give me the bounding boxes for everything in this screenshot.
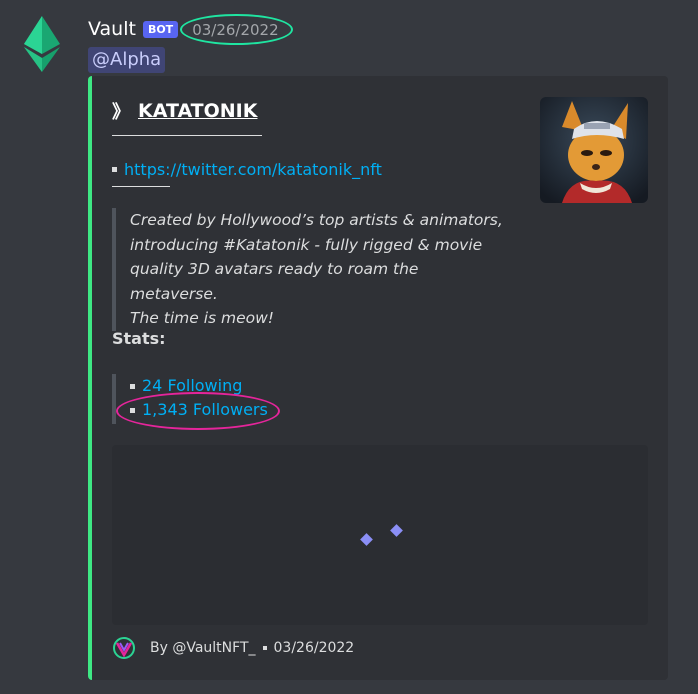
vault-logo-icon	[113, 637, 135, 659]
loading-spinner-icon	[360, 533, 373, 546]
footer-date: 03/26/2022	[273, 640, 355, 656]
quote-line: introducing #Katatonik - fully rigged & …	[130, 235, 483, 254]
embed-footer: By @VaultNFT_ 03/26/2022	[112, 636, 354, 660]
media-loading-placeholder[interactable]	[112, 445, 648, 625]
bullet-icon	[130, 383, 135, 389]
username[interactable]: Vault	[88, 18, 136, 40]
stat-followers-row: 1,343 Followers	[116, 392, 280, 430]
twitter-link-row: https://twitter.com/katatonik_nft	[112, 160, 382, 179]
stats-quote: 24 Following 1,343 Followers	[112, 374, 280, 430]
message-header: Vault BOT 03/26/2022	[88, 13, 293, 45]
embed-thumbnail[interactable]	[540, 97, 648, 203]
user-mention[interactable]: @Alpha	[88, 47, 166, 73]
pink-annotation-circle	[116, 392, 280, 430]
green-annotation-circle	[180, 13, 293, 45]
description-quote: Created by Hollywood’s top artists & ani…	[112, 208, 510, 331]
bot-badge: BOT	[142, 20, 179, 38]
double-chevron-icon: 》	[112, 102, 130, 123]
stats-heading: Stats:	[112, 329, 166, 348]
timestamp-highlight: 03/26/2022	[180, 13, 293, 45]
bot-avatar-ethereum-icon[interactable]	[20, 16, 64, 72]
quote-line: Created by Hollywood’s top artists & ani…	[130, 211, 503, 229]
loading-spinner-icon	[390, 524, 403, 537]
embed-title[interactable]: 》 KATATONIK	[112, 98, 257, 124]
divider-line	[112, 135, 262, 136]
quote-line: quality 3D avatars ready to roam the met…	[130, 260, 419, 303]
twitter-link[interactable]: https://twitter.com/katatonik_nft	[124, 160, 382, 179]
embed-title-text[interactable]: KATATONIK	[138, 100, 257, 122]
divider-line-short	[112, 186, 170, 187]
footer-author: By @VaultNFT_	[150, 640, 256, 656]
footer-separator	[262, 646, 267, 650]
bullet-icon	[112, 167, 117, 172]
quote-line: The time is meow!	[130, 309, 275, 327]
embed-card: 》 KATATONIK https://twitter.com/katatoni…	[88, 76, 668, 680]
